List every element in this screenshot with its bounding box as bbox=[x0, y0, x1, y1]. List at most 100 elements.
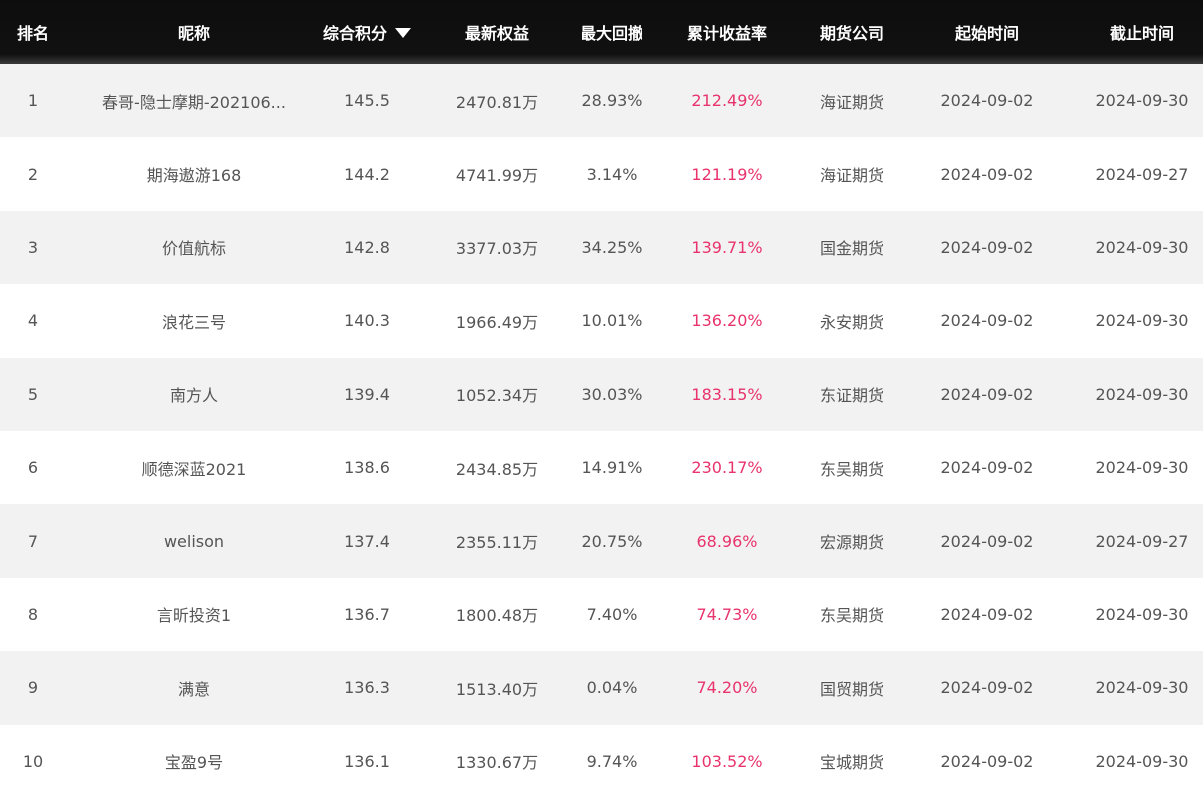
name-cell: 言昕投资1 bbox=[66, 578, 322, 651]
table-row[interactable]: 6 顺德深蓝2021 138.6 2434.85万 14.91% 230.17%… bbox=[0, 430, 1203, 505]
rank-cell: 9 bbox=[27, 678, 39, 698]
cumulative-return-cell: 212.49% bbox=[691, 91, 763, 111]
cumulative-return-cell: 74.73% bbox=[696, 604, 758, 624]
broker-cell: 国金期货 bbox=[819, 239, 884, 259]
nickname-text[interactable]: 浪花三号 bbox=[162, 309, 226, 333]
table-row[interactable]: 3 价值航标 142.8 3377.03万 34.25% 139.71% 国金期… bbox=[0, 210, 1203, 285]
name-cell: welison bbox=[66, 504, 322, 577]
rank-cell: 6 bbox=[27, 458, 39, 478]
cumulative-return-cell: 230.17% bbox=[691, 458, 763, 478]
nickname-text[interactable]: 南方人 bbox=[170, 382, 218, 406]
end-date-cell: 2024-09-27 bbox=[1095, 164, 1189, 184]
column-header-broker: 期货公司 bbox=[819, 24, 884, 43]
name-cell: 宝盈9号 bbox=[66, 725, 322, 798]
score-cell: 136.7 bbox=[344, 604, 390, 624]
name-cell: 浪花三号 bbox=[66, 284, 322, 357]
column-header-name: 昵称 bbox=[177, 24, 210, 43]
score-cell: 140.3 bbox=[344, 311, 390, 331]
cumulative-return-cell: 136.20% bbox=[691, 311, 763, 331]
broker-cell: 宏源期货 bbox=[819, 533, 884, 553]
broker-cell: 海证期货 bbox=[819, 92, 884, 112]
nickname-text[interactable]: 满意 bbox=[178, 676, 210, 700]
table-row[interactable]: 2 期海遨游168 144.2 4741.99万 3.14% 121.19% 海… bbox=[0, 137, 1203, 211]
start-date-cell: 2024-09-02 bbox=[940, 751, 1034, 771]
broker-cell: 东证期货 bbox=[819, 386, 884, 406]
name-cell: 价值航标 bbox=[66, 211, 322, 284]
table-row[interactable]: 9 满意 136.3 1513.40万 0.04% 74.20% 国贸期货 20… bbox=[0, 651, 1203, 725]
name-cell: 期海遨游168 bbox=[66, 137, 322, 210]
column-header-rank: 排名 bbox=[16, 24, 49, 43]
end-date-cell: 2024-09-30 bbox=[1095, 384, 1189, 404]
score-cell: 139.4 bbox=[344, 384, 390, 404]
equity-cell: 1800.48万 bbox=[455, 606, 539, 626]
score-cell: 136.3 bbox=[344, 678, 390, 698]
nickname-text[interactable]: 宝盈9号 bbox=[165, 749, 223, 773]
table-row[interactable]: 1 春哥-隐士摩期-202106... 145.5 2470.81万 28.93… bbox=[0, 64, 1203, 138]
max-drawdown-cell: 3.14% bbox=[586, 164, 638, 184]
cumulative-return-cell: 183.15% bbox=[691, 384, 763, 404]
ranking-table: 排名 昵称 综合积分 最新权益 最大回撤 累计收益率 期货公司 起始时间 截止时… bbox=[0, 0, 1203, 798]
score-cell: 138.6 bbox=[344, 458, 390, 478]
broker-cell: 东吴期货 bbox=[819, 606, 884, 626]
equity-cell: 3377.03万 bbox=[455, 239, 539, 259]
max-drawdown-cell: 9.74% bbox=[586, 751, 638, 771]
column-header-cumulative-return: 累计收益率 bbox=[686, 24, 767, 43]
rank-cell: 4 bbox=[27, 311, 39, 331]
score-cell: 137.4 bbox=[344, 531, 390, 551]
equity-cell: 1330.67万 bbox=[455, 753, 539, 773]
equity-cell: 2434.85万 bbox=[455, 459, 539, 479]
nickname-text[interactable]: welison bbox=[164, 532, 224, 551]
max-drawdown-cell: 14.91% bbox=[582, 458, 642, 478]
equity-cell: 1966.49万 bbox=[455, 312, 539, 332]
score-cell: 136.1 bbox=[344, 751, 390, 771]
sort-descending-icon[interactable] bbox=[395, 28, 411, 38]
table-row[interactable]: 4 浪花三号 140.3 1966.49万 10.01% 136.20% 永安期… bbox=[0, 284, 1203, 358]
broker-cell: 东吴期货 bbox=[819, 459, 884, 479]
equity-cell: 2355.11万 bbox=[455, 533, 539, 553]
nickname-text[interactable]: 价值航标 bbox=[162, 235, 226, 259]
max-drawdown-cell: 10.01% bbox=[582, 311, 642, 331]
start-date-cell: 2024-09-02 bbox=[940, 164, 1034, 184]
table-row[interactable]: 5 南方人 139.4 1052.34万 30.03% 183.15% 东证期货… bbox=[0, 357, 1203, 431]
end-date-cell: 2024-09-30 bbox=[1095, 91, 1189, 111]
end-date-cell: 2024-09-30 bbox=[1095, 237, 1189, 257]
cumulative-return-cell: 121.19% bbox=[691, 164, 763, 184]
end-date-cell: 2024-09-30 bbox=[1095, 458, 1189, 478]
cumulative-return-cell: 68.96% bbox=[696, 531, 758, 551]
start-date-cell: 2024-09-02 bbox=[940, 237, 1034, 257]
table-row[interactable]: 7 welison 137.4 2355.11万 20.75% 68.96% 宏… bbox=[0, 504, 1203, 578]
nickname-text[interactable]: 春哥-隐士摩期-202106... bbox=[102, 89, 286, 113]
table-row[interactable]: 10 宝盈9号 136.1 1330.67万 9.74% 103.52% 宝城期… bbox=[0, 724, 1203, 798]
column-header-max-drawdown: 最大回撤 bbox=[582, 24, 642, 43]
nickname-text[interactable]: 顺德深蓝2021 bbox=[142, 456, 247, 480]
max-drawdown-cell: 0.04% bbox=[586, 678, 638, 698]
rank-cell: 3 bbox=[27, 237, 39, 257]
equity-cell: 2470.81万 bbox=[455, 92, 539, 112]
column-header-score[interactable]: 综合积分 bbox=[322, 0, 412, 64]
name-cell: 满意 bbox=[66, 651, 322, 724]
name-cell: 顺德深蓝2021 bbox=[66, 431, 322, 504]
table-row[interactable]: 8 言昕投资1 136.7 1800.48万 7.40% 74.73% 东吴期货… bbox=[0, 577, 1203, 652]
broker-cell: 宝城期货 bbox=[819, 753, 884, 773]
nickname-text[interactable]: 期海遨游168 bbox=[147, 162, 242, 186]
end-date-cell: 2024-09-30 bbox=[1095, 678, 1189, 698]
rank-cell: 10 bbox=[22, 751, 44, 771]
equity-cell: 1052.34万 bbox=[455, 386, 539, 406]
max-drawdown-cell: 28.93% bbox=[582, 91, 642, 111]
rank-cell: 7 bbox=[27, 531, 39, 551]
start-date-cell: 2024-09-02 bbox=[940, 604, 1034, 624]
start-date-cell: 2024-09-02 bbox=[940, 91, 1034, 111]
broker-cell: 永安期货 bbox=[819, 312, 884, 332]
max-drawdown-cell: 20.75% bbox=[582, 531, 642, 551]
column-header-start-date: 起始时间 bbox=[954, 24, 1019, 43]
rank-cell: 8 bbox=[27, 604, 39, 624]
nickname-text[interactable]: 言昕投资1 bbox=[157, 602, 231, 626]
start-date-cell: 2024-09-02 bbox=[940, 384, 1034, 404]
end-date-cell: 2024-09-27 bbox=[1095, 531, 1189, 551]
score-cell: 144.2 bbox=[344, 164, 390, 184]
rank-cell: 1 bbox=[27, 91, 39, 111]
broker-cell: 海证期货 bbox=[819, 166, 884, 186]
rank-cell: 2 bbox=[27, 164, 39, 184]
cumulative-return-cell: 139.71% bbox=[691, 237, 763, 257]
start-date-cell: 2024-09-02 bbox=[940, 678, 1034, 698]
